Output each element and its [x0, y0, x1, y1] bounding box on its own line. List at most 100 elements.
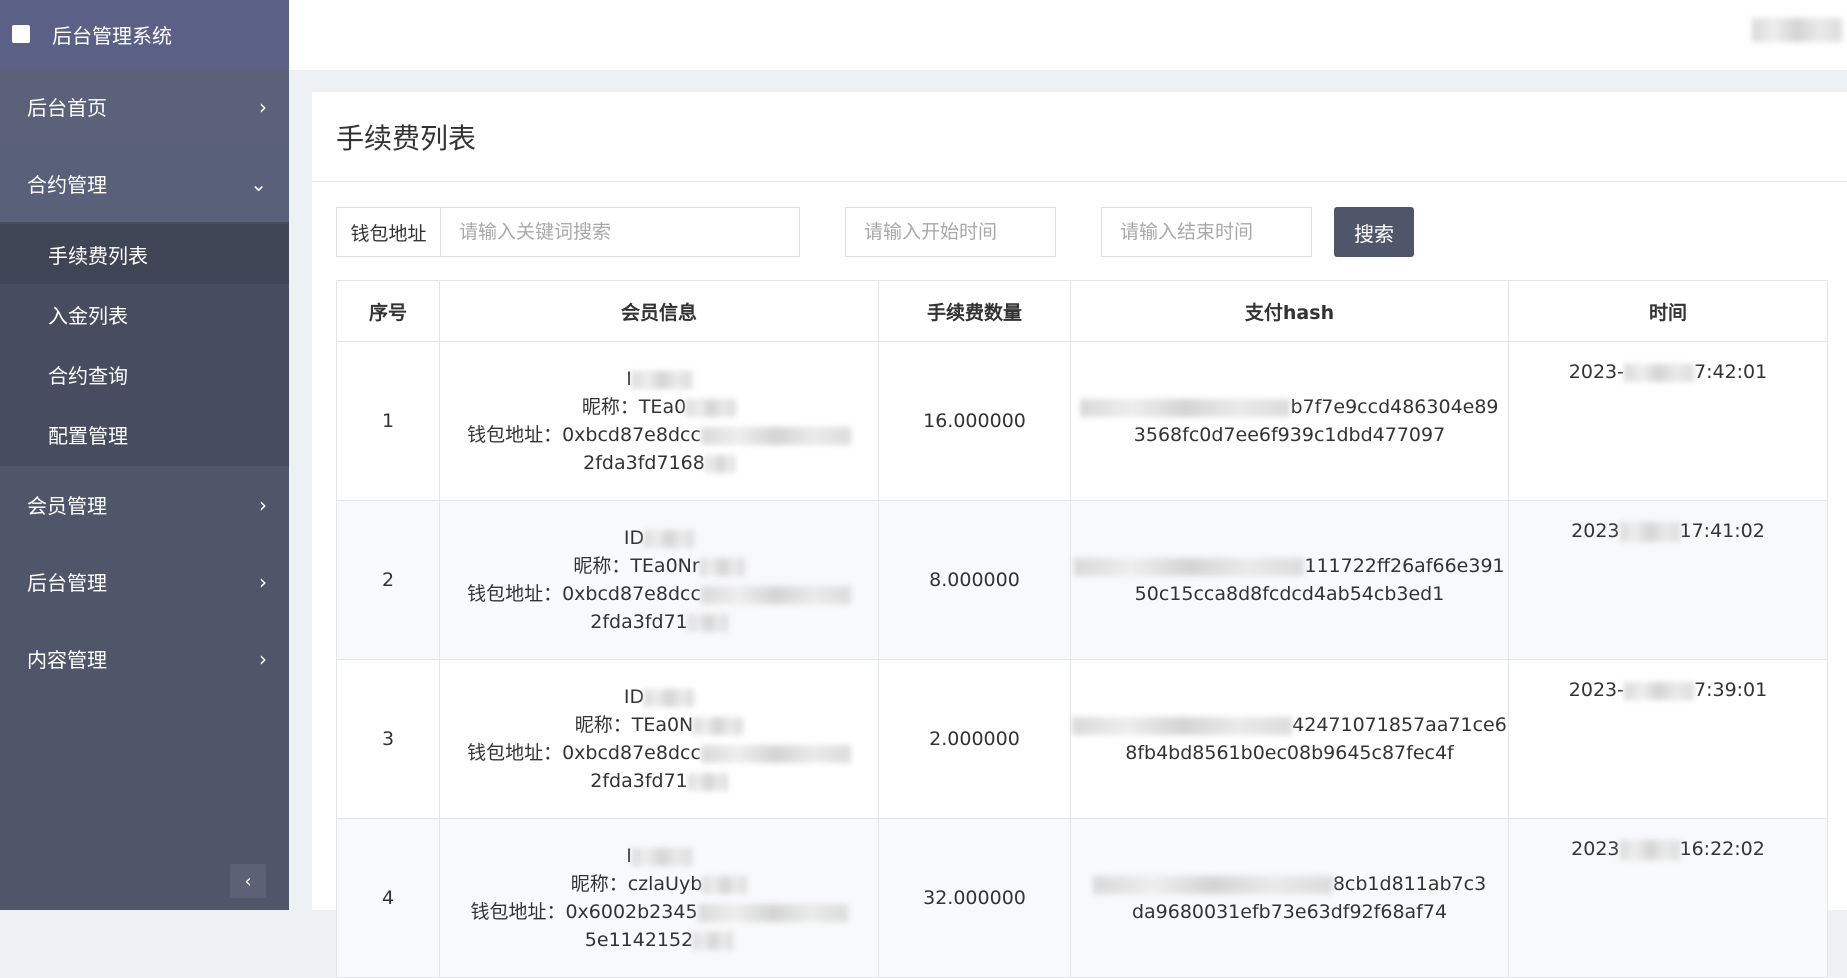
submenu-item-fee-list[interactable]: 手续费列表 [0, 224, 289, 284]
sidebar-item-admin[interactable]: 后台管理 › [0, 543, 289, 620]
column-header: 手续费数量 [878, 280, 1071, 342]
sidebar-item-label: 内容管理 [27, 648, 107, 672]
end-time-input[interactable] [1101, 207, 1312, 257]
sidebar-item-home[interactable]: 后台首页 › [0, 68, 289, 145]
filter-bar: 钱包地址 搜索 [336, 206, 1414, 258]
time-start: 2023- [1568, 679, 1624, 701]
main-card: 手续费列表 钱包地址 搜索 序号 会员信息 手续费数量 支付hash 时间 1 [312, 92, 1847, 978]
member-wallet-cont: 2fda3fd71 [590, 770, 688, 792]
time-end: 7:39:01 [1693, 679, 1768, 701]
time-end: 17:41:02 [1679, 520, 1765, 542]
member-wallet: 钱包地址：0x6002b2345 [470, 901, 698, 923]
column-header: 会员信息 [439, 280, 879, 342]
column-header: 时间 [1508, 280, 1828, 342]
hash-line-2: 8fb4bd8561b0ec08b9645c87fec4f [1125, 742, 1454, 764]
start-time-input[interactable] [845, 207, 1056, 257]
fee-amount: 2.000000 [878, 659, 1071, 819]
sidebar-item-label: 后台管理 [27, 571, 107, 595]
keyword-search-input[interactable] [440, 207, 800, 257]
hash-line-1: 111722ff26af66e391 [1304, 555, 1505, 577]
time-start: 2023 [1571, 520, 1620, 542]
submenu-item-contract-query[interactable]: 合约查询 [0, 344, 289, 404]
avatar [1752, 18, 1842, 42]
table-row: 1 I 昵称：TEa0 钱包地址：0xbcd87e8dcc 2fda3fd716… [336, 341, 1828, 501]
pay-hash: 111722ff26af66e391 50c15cca8d8fcdcd4ab54… [1070, 500, 1509, 660]
hash-line-2: 3568fc0d7ee6f939c1dbd477097 [1133, 424, 1446, 446]
submenu-item-label: 配置管理 [48, 423, 128, 448]
row-index: 3 [336, 659, 440, 819]
sidebar-item-label: 后台首页 [27, 96, 107, 120]
member-wallet: 钱包地址：0xbcd87e8dcc [467, 424, 701, 446]
pay-hash: 8cb1d811ab7c3 da9680031efb73e63df92f68af… [1070, 818, 1509, 978]
row-index: 1 [336, 341, 440, 501]
time-cell: 2023 17:41:02 [1508, 500, 1828, 660]
member-info: I 昵称：TEa0 钱包地址：0xbcd87e8dcc 2fda3fd7168 [439, 341, 879, 501]
fee-amount: 16.000000 [878, 341, 1071, 501]
time-start: 2023 [1571, 838, 1620, 860]
table-row: 3 ID 昵称：TEa0N 钱包地址：0xbcd87e8dcc 2fda3fd7… [336, 659, 1828, 819]
hash-line-1: 42471071857aa71ce6 [1292, 714, 1507, 736]
hash-line-1: b7f7e9ccd486304e89 [1290, 396, 1499, 418]
sidebar-item-members[interactable]: 会员管理 › [0, 466, 289, 543]
submenu-item-deposit-list[interactable]: 入金列表 [0, 284, 289, 344]
member-id: ID [623, 527, 645, 549]
submenu-item-config[interactable]: 配置管理 [0, 404, 289, 464]
brand: 后台管理系统 [0, 0, 289, 68]
member-wallet: 钱包地址：0xbcd87e8dcc [467, 583, 701, 605]
member-id: ID [623, 686, 645, 708]
member-nickname: 昵称：TEa0Nr [573, 555, 700, 577]
chevron-down-icon: ⌄ [250, 171, 267, 196]
chevron-right-icon: › [259, 492, 267, 517]
member-wallet-cont: 2fda3fd7168 [583, 452, 705, 474]
member-wallet-cont: 2fda3fd71 [590, 611, 688, 633]
member-nickname: 昵称：czlaUyb [570, 873, 703, 895]
member-nickname: 昵称：TEa0N [574, 714, 694, 736]
fee-amount: 8.000000 [878, 500, 1071, 660]
time-start: 2023- [1568, 361, 1624, 383]
wallet-filter-label: 钱包地址 [336, 207, 440, 257]
time-end: 16:22:02 [1679, 838, 1765, 860]
member-info: ID 昵称：TEa0N 钱包地址：0xbcd87e8dcc 2fda3fd71 [439, 659, 879, 819]
time-cell: 2023 16:22:02 [1508, 818, 1828, 978]
time-cell: 2023- 7:39:01 [1508, 659, 1828, 819]
member-info: ID 昵称：TEa0Nr 钱包地址：0xbcd87e8dcc 2fda3fd71 [439, 500, 879, 660]
app-title: 后台管理系统 [52, 23, 172, 48]
fee-table: 序号 会员信息 手续费数量 支付hash 时间 1 I 昵称：TEa0 钱包地址… [336, 280, 1828, 978]
user-menu[interactable] [1752, 18, 1847, 48]
row-index: 2 [336, 500, 440, 660]
pay-hash: 42471071857aa71ce6 8fb4bd8561b0ec08b9645… [1070, 659, 1509, 819]
page-title: 手续费列表 [312, 92, 1847, 182]
submenu-item-label: 合约查询 [48, 363, 128, 388]
search-button[interactable]: 搜索 [1334, 207, 1414, 257]
chevron-right-icon: › [259, 569, 267, 594]
chevron-left-icon: ‹ [244, 870, 252, 892]
member-nickname: 昵称：TEa0 [581, 396, 687, 418]
submenu-item-label: 入金列表 [48, 303, 128, 328]
submenu-item-label: 手续费列表 [48, 243, 148, 268]
table-header-row: 序号 会员信息 手续费数量 支付hash 时间 [336, 280, 1828, 342]
hash-line-2: 50c15cca8d8fcdcd4ab54cb3ed1 [1134, 583, 1445, 605]
logo-icon [12, 25, 30, 43]
hash-line-2: da9680031efb73e63df92f68af74 [1131, 901, 1448, 923]
sidebar: 后台管理系统 后台首页 › 合约管理 ⌄ 手续费列表 入金列表 合约查询 配置管… [0, 0, 289, 910]
collapse-sidebar-button[interactable]: ‹ [230, 864, 266, 898]
column-header: 序号 [336, 280, 440, 342]
fee-amount: 32.000000 [878, 818, 1071, 978]
sidebar-item-label: 会员管理 [27, 494, 107, 518]
row-index: 4 [336, 818, 440, 978]
member-wallet-cont: 5e1142152 [584, 929, 694, 951]
column-header: 支付hash [1070, 280, 1509, 342]
top-bar [289, 0, 1847, 70]
pay-hash: b7f7e9ccd486304e89 3568fc0d7ee6f939c1dbd… [1070, 341, 1509, 501]
member-wallet: 钱包地址：0xbcd87e8dcc [467, 742, 701, 764]
submenu-contracts: 手续费列表 入金列表 合约查询 配置管理 [0, 222, 289, 466]
time-cell: 2023- 7:42:01 [1508, 341, 1828, 501]
sidebar-item-contracts[interactable]: 合约管理 ⌄ [0, 145, 289, 222]
sidebar-item-content[interactable]: 内容管理 › [0, 620, 289, 697]
chevron-right-icon: › [259, 646, 267, 671]
sidebar-item-label: 合约管理 [27, 173, 107, 197]
member-info: I 昵称：czlaUyb 钱包地址：0x6002b2345 5e1142152 [439, 818, 879, 978]
chevron-right-icon: › [259, 94, 267, 119]
time-end: 7:42:01 [1693, 361, 1768, 383]
table-row: 4 I 昵称：czlaUyb 钱包地址：0x6002b2345 5e114215… [336, 818, 1828, 978]
